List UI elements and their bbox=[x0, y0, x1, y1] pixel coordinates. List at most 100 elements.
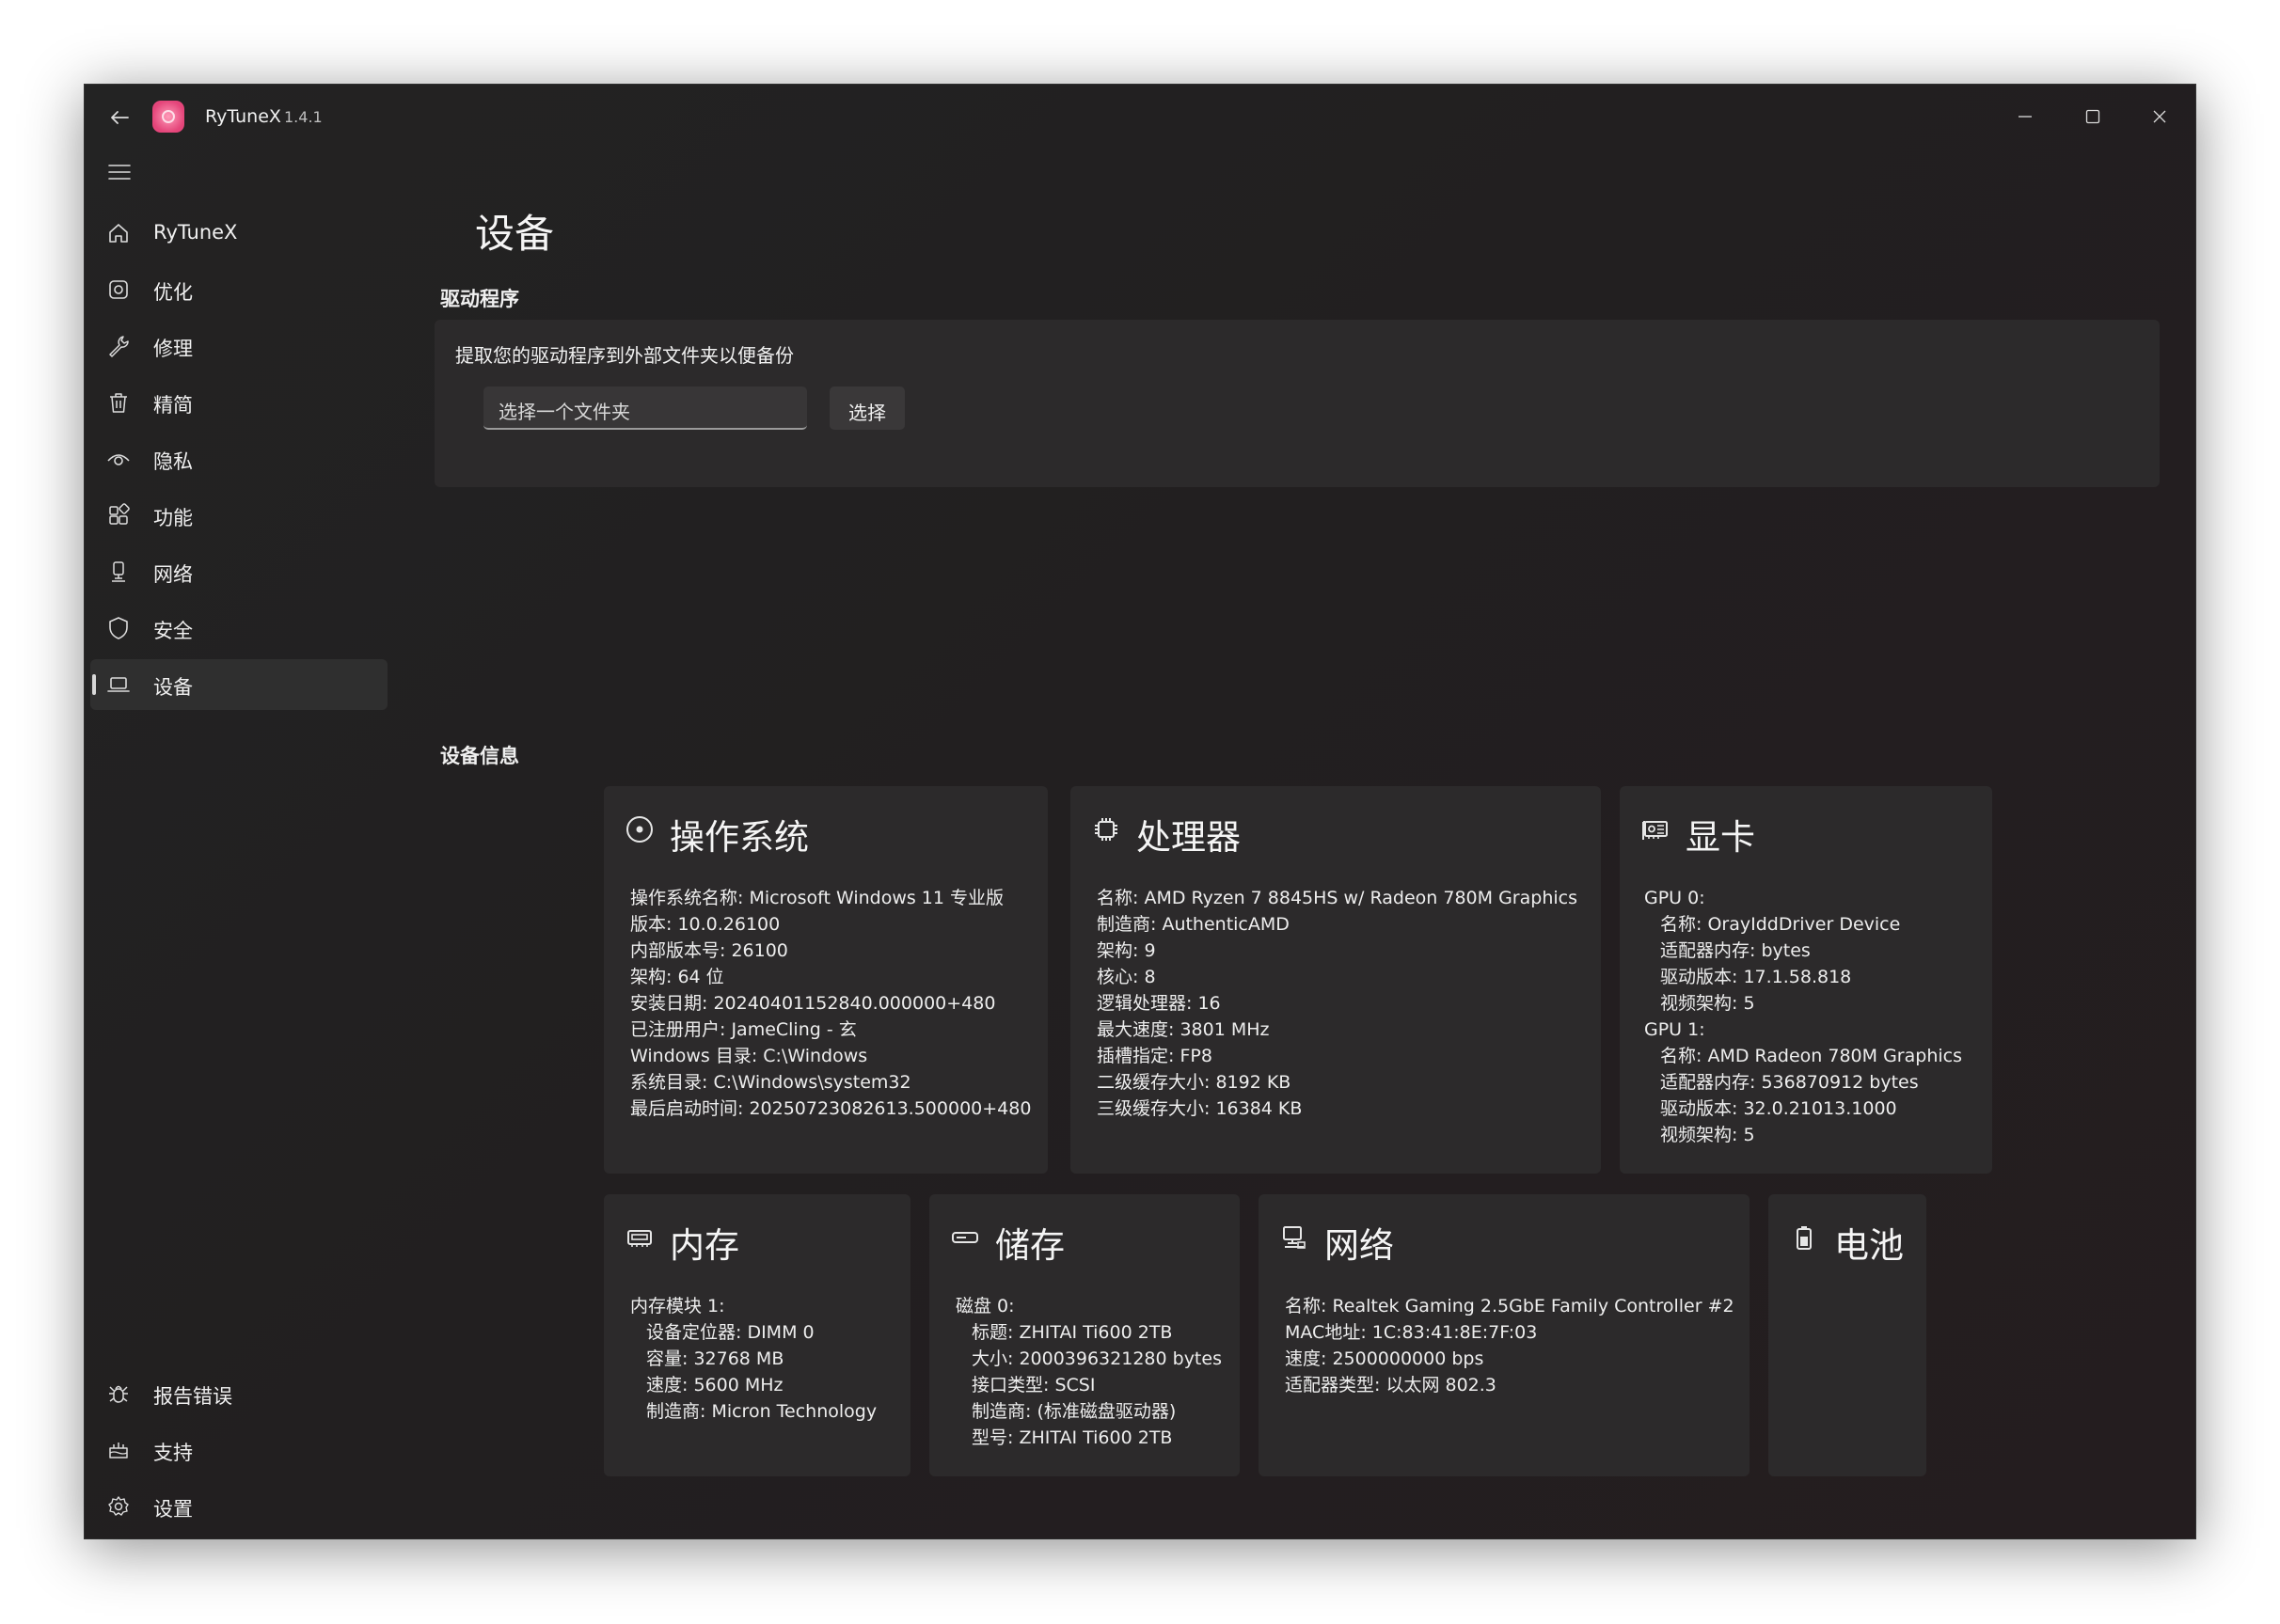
os-info-line: 架构: 64 位 bbox=[630, 967, 724, 987]
storage-info-line: 磁盘 0: bbox=[956, 1296, 1015, 1317]
os-info-line: 内部版本号: 26100 bbox=[630, 940, 788, 961]
sidebar-item-support[interactable]: 支持 bbox=[85, 1422, 386, 1478]
gpu-info-lines: GPU 0: 名称: OrayIddDriver Device 适配器内存: b… bbox=[1644, 885, 1962, 1148]
memory-info-line: 制造商: Micron Technology bbox=[646, 1401, 878, 1422]
os-info-line: 版本: 10.0.26100 bbox=[630, 914, 781, 935]
os-card: 操作系统 操作系统名称: Microsoft Windows 11 专业版 版本… bbox=[604, 786, 1048, 1174]
gpu-info-line: 驱动版本: 32.0.21013.1000 bbox=[1660, 1098, 1897, 1119]
select-folder-button-label: 选择 bbox=[848, 402, 886, 424]
shield-icon bbox=[109, 617, 128, 639]
eye-icon bbox=[107, 454, 130, 465]
page-title: 设备 bbox=[475, 211, 555, 257]
storage-card-title: 储存 bbox=[995, 1225, 1065, 1266]
memory-module-icon bbox=[627, 1230, 652, 1247]
sidebar-item-label: 修理 bbox=[153, 338, 193, 360]
gpu-card-title: 显卡 bbox=[1686, 817, 1755, 858]
app-window: RyTuneX 1.4.1 RyTuneX 优化 修理 精简 隐私 功能 网络 … bbox=[85, 85, 2195, 1538]
apps-icon bbox=[109, 503, 130, 525]
sidebar-item-settings[interactable]: 设置 bbox=[85, 1478, 386, 1535]
select-folder-button[interactable]: 选择 bbox=[830, 386, 905, 430]
laptop-icon bbox=[107, 677, 130, 692]
sidebar-item-security[interactable]: 安全 bbox=[85, 600, 386, 656]
cpu-info-line: 逻辑处理器: 16 bbox=[1097, 993, 1221, 1014]
sidebar-item-label: 精简 bbox=[153, 394, 193, 417]
os-info-line: 最后启动时间: 20250723082613.500000+480 bbox=[630, 1098, 1032, 1119]
storage-card: 储存 磁盘 0: 标题: ZHITAI Ti600 2TB 大小: 200039… bbox=[929, 1194, 1240, 1476]
cpu-info-line: 二级缓存大小: 8192 KB bbox=[1097, 1072, 1291, 1093]
gpu-info-line: 名称: AMD Radeon 780M Graphics bbox=[1660, 1046, 1962, 1066]
gpu-info-line: 适配器内存: bytes bbox=[1660, 940, 1811, 961]
folder-path-input[interactable]: 选择一个文件夹 bbox=[483, 386, 807, 430]
sidebar-item-repair[interactable]: 修理 bbox=[85, 318, 386, 374]
battery-card: 电池 bbox=[1768, 1194, 1926, 1476]
gpu-info-line: 视频架构: 5 bbox=[1660, 993, 1755, 1014]
memory-card-title: 内存 bbox=[670, 1225, 739, 1266]
storage-info-lines: 磁盘 0: 标题: ZHITAI Ti600 2TB 大小: 200039632… bbox=[956, 1293, 1222, 1451]
sidebar-item-device[interactable]: 设备 bbox=[85, 656, 388, 713]
folder-path-placeholder: 选择一个文件夹 bbox=[499, 401, 630, 423]
sidebar-item-report-bug[interactable]: 报告错误 bbox=[85, 1365, 386, 1422]
battery-icon bbox=[1797, 1226, 1812, 1250]
storage-info-line: 接口类型: SCSI bbox=[972, 1375, 1096, 1395]
storage-info-line: 大小: 2000396321280 bytes bbox=[972, 1348, 1222, 1369]
network-icon bbox=[112, 561, 125, 582]
gpu-card-icon bbox=[1642, 821, 1668, 840]
gpu-card: 显卡 GPU 0: 名称: OrayIddDriver Device 适配器内存… bbox=[1620, 786, 1992, 1174]
device-info-section-label: 设备信息 bbox=[440, 745, 519, 767]
network-info-line: 适配器类型: 以太网 802.3 bbox=[1285, 1375, 1496, 1395]
support-icon bbox=[109, 1443, 128, 1458]
back-arrow-icon[interactable] bbox=[105, 103, 134, 132]
network-card-title: 网络 bbox=[1324, 1225, 1394, 1266]
sidebar-item-label: 功能 bbox=[153, 507, 193, 529]
sidebar-item-features[interactable]: 功能 bbox=[85, 487, 386, 544]
cpu-info-line: 插槽指定: FP8 bbox=[1097, 1046, 1212, 1066]
maximize-button[interactable] bbox=[2072, 96, 2114, 137]
memory-info-line: 设备定位器: DIMM 0 bbox=[646, 1322, 815, 1343]
memory-info-lines: 内存模块 1: 设备定位器: DIMM 0 容量: 32768 MB 速度: 5… bbox=[630, 1293, 877, 1425]
title-bar: RyTuneX 1.4.1 bbox=[85, 85, 2195, 150]
sidebar-item-label: 设置 bbox=[153, 1498, 193, 1521]
network-card: 网络 名称: Realtek Gaming 2.5GbE Family Cont… bbox=[1259, 1194, 1750, 1476]
maximize-icon bbox=[2085, 109, 2100, 124]
minimize-button[interactable] bbox=[2004, 96, 2046, 137]
storage-info-line: 标题: ZHITAI Ti600 2TB bbox=[972, 1322, 1173, 1343]
memory-card: 内存 内存模块 1: 设备定位器: DIMM 0 容量: 32768 MB 速度… bbox=[604, 1194, 910, 1476]
selected-highlight bbox=[90, 659, 388, 710]
minimize-icon bbox=[2019, 116, 2032, 118]
bug-icon bbox=[109, 1385, 128, 1403]
wrench-icon bbox=[109, 336, 129, 357]
os-info-line: 操作系统名称: Microsoft Windows 11 专业版 bbox=[630, 888, 1005, 908]
sidebar-item-optimize[interactable]: 优化 bbox=[85, 261, 386, 318]
sidebar-item-network[interactable]: 网络 bbox=[85, 544, 386, 600]
gpu-info-line: GPU 0: bbox=[1644, 888, 1705, 908]
selection-indicator bbox=[92, 674, 96, 695]
network-info-line: MAC地址: 1C:83:41:8E:7F:03 bbox=[1285, 1322, 1538, 1343]
os-info-line: 已注册用户: JameCling - 玄 bbox=[630, 1019, 857, 1040]
gpu-info-line: GPU 1: bbox=[1644, 1019, 1705, 1040]
battery-card-title: 电池 bbox=[1834, 1225, 1904, 1266]
close-icon bbox=[2153, 110, 2166, 123]
close-button[interactable] bbox=[2139, 96, 2180, 137]
memory-info-line: 速度: 5600 MHz bbox=[646, 1375, 784, 1395]
memory-info-line: 内存模块 1: bbox=[630, 1296, 725, 1317]
gpu-info-line: 驱动版本: 17.1.58.818 bbox=[1660, 967, 1852, 987]
cpu-info-line: 名称: AMD Ryzen 7 8845HS w/ Radeon 780M Gr… bbox=[1097, 888, 1577, 908]
gpu-info-line: 适配器内存: 536870912 bytes bbox=[1660, 1072, 1919, 1093]
cpu-info-line: 架构: 9 bbox=[1097, 940, 1156, 961]
cpu-info-line: 三级缓存大小: 16384 KB bbox=[1097, 1098, 1303, 1119]
drive-icon bbox=[952, 1232, 978, 1243]
os-info-line: 安装日期: 20240401152840.000000+480 bbox=[630, 993, 996, 1014]
sidebar-item-privacy[interactable]: 隐私 bbox=[85, 431, 386, 487]
os-disc-icon bbox=[626, 816, 653, 843]
sidebar-item-home[interactable]: RyTuneX bbox=[85, 205, 386, 261]
sidebar-item-debloat[interactable]: 精简 bbox=[85, 374, 386, 431]
hamburger-menu-icon[interactable] bbox=[105, 158, 134, 186]
cpu-info-line: 最大速度: 3801 MHz bbox=[1097, 1019, 1270, 1040]
sidebar-item-label: 优化 bbox=[153, 281, 193, 304]
trash-icon bbox=[110, 393, 127, 413]
home-icon bbox=[109, 224, 128, 243]
sidebar-footer: 报告错误 支持 设置 bbox=[85, 1365, 386, 1535]
sidebar-item-label: 设备 bbox=[153, 676, 193, 699]
network-info-line: 名称: Realtek Gaming 2.5GbE Family Control… bbox=[1285, 1296, 1734, 1317]
sidebar-item-label: 支持 bbox=[153, 1442, 193, 1464]
